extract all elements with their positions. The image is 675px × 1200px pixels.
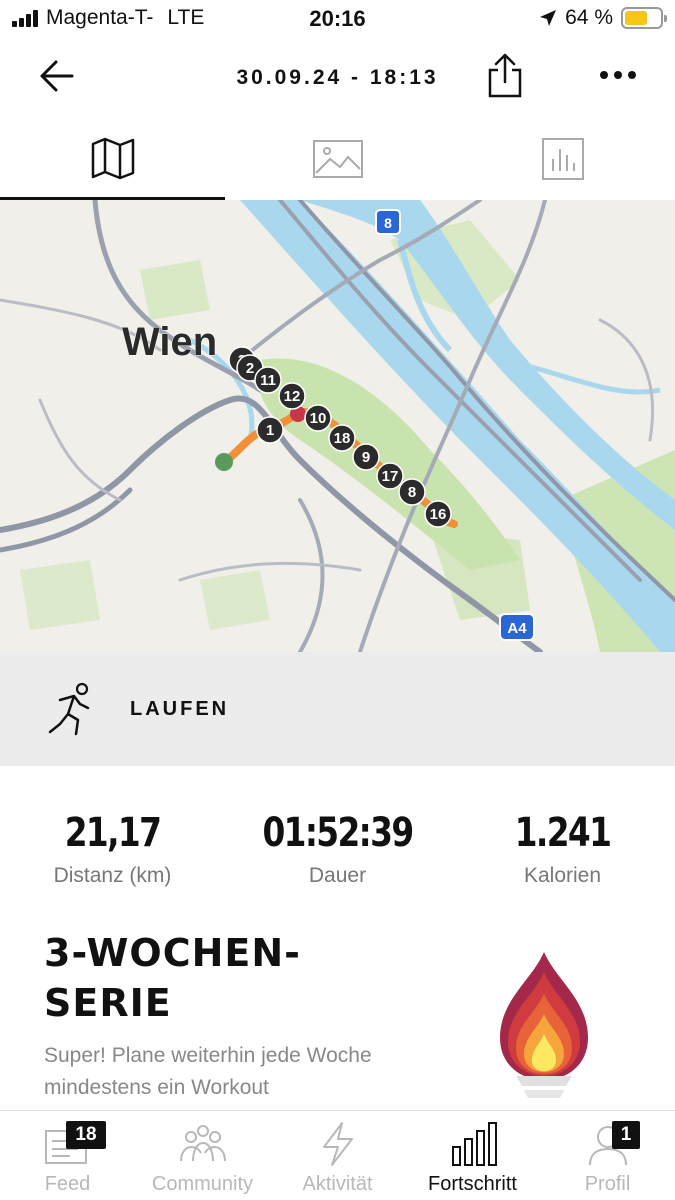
- battery-fill: [625, 11, 647, 25]
- bottom-nav: 18 Feed Community Aktivität Fortschritt …: [0, 1110, 675, 1200]
- nav-profile-label: Profil: [584, 1173, 631, 1195]
- activity-type-bar: LAUFEN: [0, 652, 675, 766]
- route-marker-label: 2: [246, 360, 254, 377]
- route-marker[interactable]: 18: [328, 424, 356, 452]
- route-marker[interactable]: 10: [304, 404, 332, 432]
- tab-map[interactable]: [0, 118, 225, 200]
- tab-bar: [0, 118, 675, 200]
- status-bar: Magenta-T- LTE 20:16 64 %: [0, 0, 675, 40]
- route-marker-label: 12: [284, 388, 301, 405]
- community-icon: [180, 1125, 226, 1162]
- more-icon: [600, 71, 636, 79]
- battery-percent: 64 %: [565, 6, 613, 29]
- bar-chart-icon: [541, 138, 584, 180]
- nav-profile[interactable]: 1 Profil: [540, 1111, 675, 1200]
- streak-title-line2: SERIE: [44, 981, 172, 1025]
- profile-badge: 1: [612, 1121, 640, 1149]
- route-marker[interactable]: 17: [376, 462, 404, 490]
- streak-description: Super! Plane weiterhin jede Woche mindes…: [44, 1044, 372, 1099]
- route-marker-label: 1: [266, 422, 274, 439]
- route-marker-label: 18: [334, 430, 351, 447]
- nav-progress[interactable]: Fortschritt: [405, 1111, 540, 1200]
- route-marker[interactable]: 12: [278, 382, 306, 410]
- nav-feed-label: Feed: [44, 1173, 91, 1195]
- nav-progress-label: Fortschritt: [428, 1173, 517, 1195]
- feed-badge: 18: [66, 1121, 106, 1149]
- road-shield-8: 8: [375, 209, 401, 235]
- nav-activity[interactable]: Aktivität: [270, 1111, 405, 1200]
- status-right: 64 %: [539, 6, 667, 30]
- streak-title: 3-WOCHEN- SERIE: [44, 928, 464, 1028]
- route-marker[interactable]: 1: [256, 416, 284, 444]
- stat-duration-label: Dauer: [308, 864, 367, 887]
- route-start-dot: [215, 453, 233, 471]
- route-marker[interactable]: 16: [424, 500, 452, 528]
- stat-duration: 01:52:39 Dauer: [225, 810, 450, 888]
- nav-feed[interactable]: 18 Feed: [0, 1111, 135, 1200]
- page-title: 30.09.24 - 18:13: [236, 66, 439, 89]
- route-marker-label: 10: [310, 410, 327, 427]
- more-button[interactable]: [596, 60, 640, 90]
- nav-community[interactable]: Community: [135, 1111, 270, 1200]
- route-marker-label: 16: [430, 506, 447, 523]
- stat-calories: 1.241 Kalorien: [450, 810, 675, 888]
- nav-community-label: Community: [151, 1173, 254, 1195]
- road-shield-a4: A4: [499, 613, 535, 641]
- route-marker-label: 9: [362, 449, 370, 466]
- progress-bars-icon: [452, 1122, 497, 1166]
- location-arrow-icon: [540, 10, 557, 26]
- header: 30.09.24 - 18:13: [0, 40, 675, 116]
- svg-text:A4: A4: [507, 620, 527, 637]
- route-marker[interactable]: 11: [254, 366, 282, 394]
- runner-icon: [46, 682, 96, 736]
- stat-calories-value: 1.241: [514, 810, 612, 856]
- route-map[interactable]: 8 A4 Wien 32111211018917816: [0, 200, 675, 652]
- map-city-label: Wien: [122, 320, 217, 364]
- tab-stats[interactable]: [450, 118, 675, 200]
- route-marker[interactable]: 9: [352, 443, 380, 471]
- stat-calories-label: Kalorien: [523, 864, 602, 887]
- tab-photos[interactable]: [225, 118, 450, 200]
- lightning-icon: [323, 1122, 353, 1166]
- battery-icon: [621, 7, 667, 29]
- map-canvas: 8 A4 Wien 32111211018917816: [0, 200, 675, 652]
- share-icon: [488, 53, 522, 98]
- image-icon: [312, 140, 363, 178]
- nav-activity-label: Aktivität: [302, 1173, 373, 1195]
- route-marker-label: 11: [260, 372, 276, 389]
- stat-distance-label: Distanz (km): [53, 864, 172, 887]
- workout-stats: 21,17 Distanz (km) 01:52:39 Dauer 1.241 …: [0, 810, 675, 900]
- svg-text:8: 8: [384, 215, 392, 231]
- stat-distance-value: 21,17: [64, 810, 162, 856]
- streak-title-line1: 3-WOCHEN-: [44, 931, 301, 975]
- stat-duration-value: 01:52:39: [262, 810, 414, 856]
- route-marker-label: 17: [382, 468, 399, 485]
- activity-label: LAUFEN: [130, 698, 230, 720]
- route-marker[interactable]: 8: [398, 478, 426, 506]
- share-button[interactable]: [484, 52, 526, 98]
- route-marker-label: 8: [408, 484, 416, 501]
- flame-icon: [496, 950, 592, 1102]
- map-icon: [91, 137, 134, 179]
- stat-distance: 21,17 Distanz (km): [0, 810, 225, 888]
